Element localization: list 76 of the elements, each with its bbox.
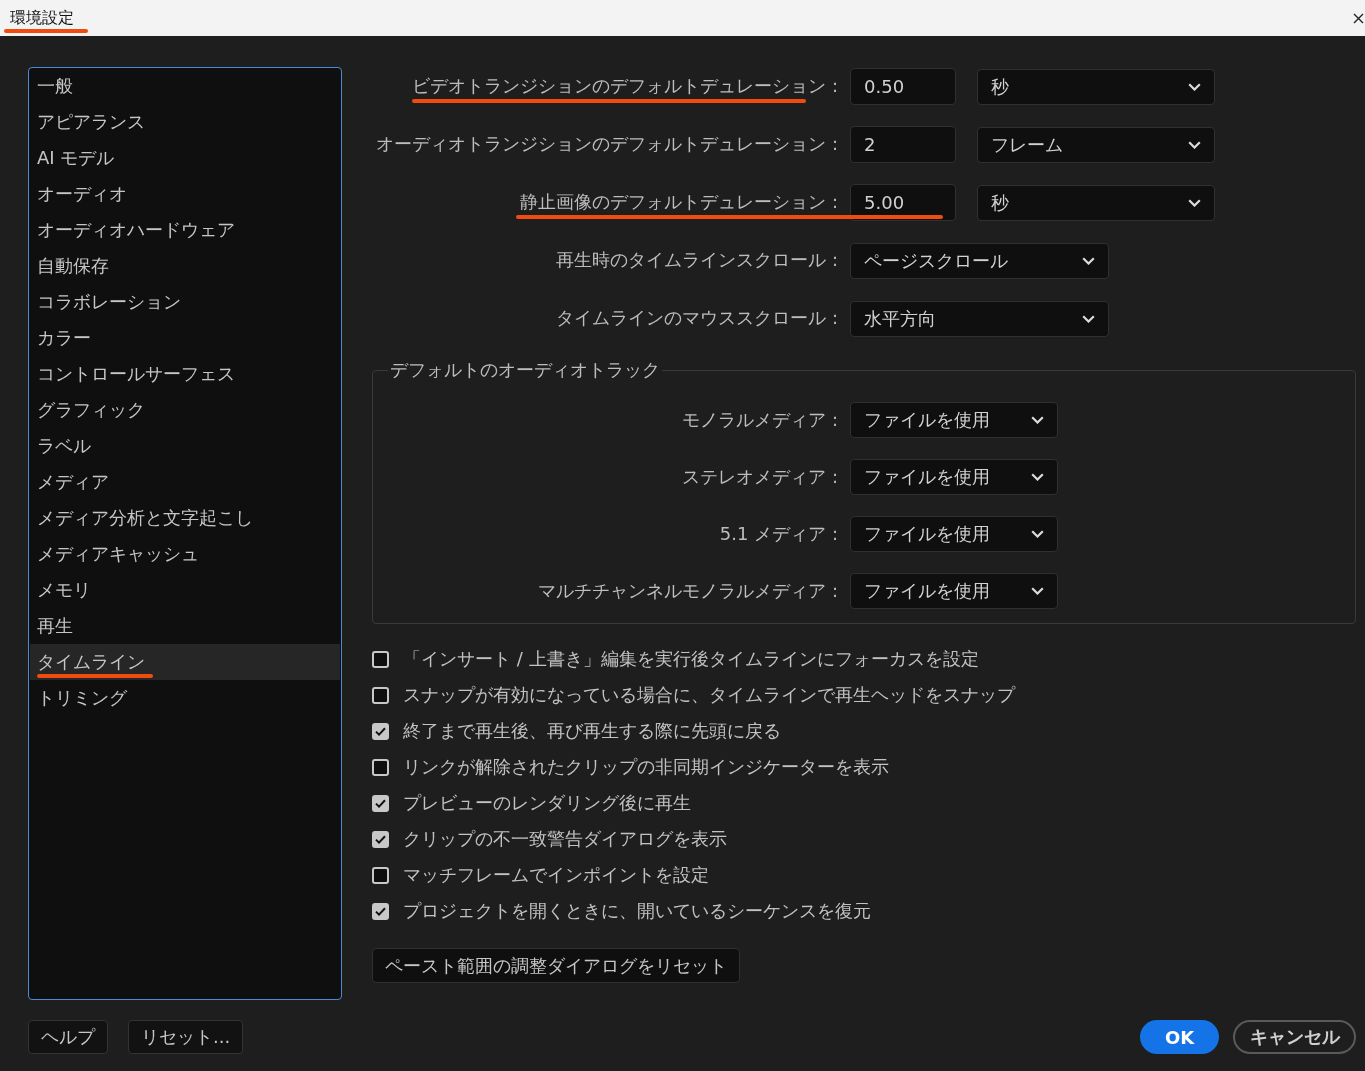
dropdown[interactable]: 水平方向	[850, 300, 1109, 337]
setting-label: 5.1 メディア :	[719, 522, 838, 544]
setting-label: ステレオメディア :	[682, 465, 838, 487]
checkmark-icon	[375, 834, 386, 844]
option-label: スナップが有効になっている場合に、タイムラインで再生ヘッドをスナップ	[403, 683, 1015, 707]
sidebar-item[interactable]: メディアキャッシュ	[30, 536, 340, 572]
chevron-down-icon	[1188, 82, 1201, 91]
sidebar-item[interactable]: AI モデル	[30, 140, 340, 176]
sidebar-item[interactable]: タイムライン	[30, 644, 340, 680]
checkmark-icon	[375, 726, 386, 736]
sidebar-item[interactable]: オーディオハードウェア	[30, 212, 340, 248]
dropdown[interactable]: ファイルを使用	[850, 458, 1058, 495]
setting-label: タイムラインのマウススクロール :	[556, 307, 838, 329]
option-label: プロジェクトを開くときに、開いているシーケンスを復元	[403, 899, 871, 923]
sidebar-item[interactable]: トリミング	[30, 680, 340, 716]
chevron-down-icon	[1031, 415, 1044, 424]
checkbox[interactable]	[372, 830, 389, 848]
option-label: 終了まで再生後、再び再生する際に先頭に戻る	[403, 719, 781, 743]
chevron-down-icon	[1031, 586, 1044, 595]
chevron-down-icon	[1031, 529, 1044, 538]
setting-label: モノラルメディア :	[682, 408, 838, 430]
reset-dialogs-button[interactable]: ペースト範囲の調整ダイアログをリセット	[372, 948, 740, 983]
chevron-down-icon	[1082, 256, 1095, 265]
checkbox[interactable]	[372, 650, 389, 668]
unit-dropdown[interactable]: 秒	[977, 68, 1215, 105]
chevron-down-icon	[1188, 198, 1201, 207]
duration-field[interactable]: 5.00	[850, 184, 956, 221]
setting-label: 再生時のタイムラインスクロール :	[556, 249, 838, 271]
sidebar-item[interactable]: メディア	[30, 464, 340, 500]
checkbox[interactable]	[372, 758, 389, 776]
sidebar-item[interactable]: ラベル	[30, 428, 340, 464]
option-label: クリップの不一致警告ダイアログを表示	[403, 827, 727, 851]
window-title: 環境設定	[10, 8, 74, 27]
dropdown[interactable]: ファイルを使用	[850, 572, 1058, 609]
sidebar-item[interactable]: カラー	[30, 320, 340, 356]
option-label: リンクが解除されたクリップの非同期インジケーターを表示	[403, 755, 889, 779]
checkmark-icon	[375, 906, 386, 916]
sidebar-item[interactable]: 一般	[30, 68, 340, 104]
unit-dropdown[interactable]: フレーム	[977, 126, 1215, 163]
duration-field[interactable]: 2	[850, 126, 956, 163]
chevron-down-icon	[1031, 472, 1044, 481]
close-icon[interactable]	[1353, 12, 1364, 24]
sidebar-item[interactable]: オーディオ	[30, 176, 340, 212]
option-label: プレビューのレンダリング後に再生	[403, 791, 691, 815]
sidebar-item[interactable]: 再生	[30, 608, 340, 644]
unit-dropdown[interactable]: 秒	[977, 184, 1215, 221]
group-title: デフォルトのオーディオトラック	[389, 358, 661, 382]
sidebar-item[interactable]: コラボレーション	[30, 284, 340, 320]
dropdown[interactable]: ファイルを使用	[850, 515, 1058, 552]
ok-button[interactable]: OK	[1140, 1020, 1219, 1054]
reset-button[interactable]: リセット...	[128, 1020, 244, 1054]
sidebar-item[interactable]: メディア分析と文字起こし	[30, 500, 340, 536]
chevron-down-icon	[1188, 140, 1201, 149]
setting-label: ビデオトランジションのデフォルトデュレーション :	[412, 75, 838, 97]
option-label: マッチフレームでインポイントを設定	[403, 863, 709, 887]
sidebar-item[interactable]: 自動保存	[30, 248, 340, 284]
checkbox[interactable]	[372, 866, 389, 884]
dropdown[interactable]: ファイルを使用	[850, 401, 1058, 438]
help-button[interactable]: ヘルプ	[28, 1020, 108, 1054]
setting-label: 静止画像のデフォルトデュレーション :	[520, 191, 838, 213]
checkbox[interactable]	[372, 794, 389, 812]
checkmark-icon	[375, 798, 386, 808]
checkbox[interactable]	[372, 686, 389, 704]
sidebar-item[interactable]: メモリ	[30, 572, 340, 608]
setting-label: オーディオトランジションのデフォルトデュレーション :	[376, 133, 838, 155]
sidebar-item[interactable]: コントロールサーフェス	[30, 356, 340, 392]
sidebar-item[interactable]: アピアランス	[30, 104, 340, 140]
checkbox[interactable]	[372, 722, 389, 740]
chevron-down-icon	[1082, 314, 1095, 323]
sidebar-item[interactable]: グラフィック	[30, 392, 340, 428]
dropdown[interactable]: ページスクロール	[850, 242, 1109, 279]
checkbox[interactable]	[372, 902, 389, 920]
option-label: 「インサート / 上書き」編集を実行後タイムラインにフォーカスを設定	[403, 647, 979, 671]
duration-field[interactable]: 0.50	[850, 68, 956, 105]
setting-label: マルチチャンネルモノラルメディア :	[538, 579, 838, 601]
cancel-button[interactable]: キャンセル	[1233, 1020, 1356, 1054]
